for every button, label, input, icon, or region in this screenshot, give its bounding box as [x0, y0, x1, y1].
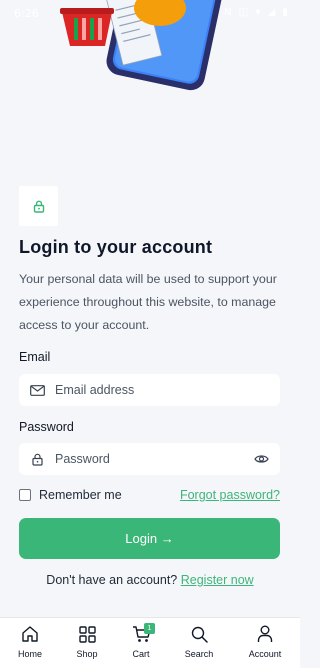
email-label: Email: [19, 350, 51, 364]
mail-icon: [29, 382, 45, 398]
nav-shop-label: Shop: [76, 649, 98, 659]
status-icons: N ◫ ▾ ◢ ▮: [224, 7, 290, 18]
remember-label: Remember me: [39, 488, 122, 502]
password-input[interactable]: [53, 444, 252, 474]
nav-shop[interactable]: Shop: [59, 624, 115, 659]
register-line: Don't have an account? Register now: [0, 573, 300, 587]
register-prompt: Don't have an account?: [46, 573, 178, 587]
show-password-icon[interactable]: [252, 451, 270, 467]
status-time: 6:26: [14, 7, 39, 20]
lock-icon: [33, 200, 44, 213]
nav-search-label: Search: [184, 649, 214, 659]
nav-home[interactable]: Home: [2, 624, 58, 659]
nav-account[interactable]: Account: [237, 624, 293, 659]
status-bar: 6:26 N ◫ ▾ ◢ ▮: [0, 0, 300, 26]
nav-cart[interactable]: 1 Cart: [113, 623, 169, 659]
home-icon: [22, 626, 38, 642]
email-field-box: [19, 374, 280, 406]
password-field-box: [19, 443, 280, 475]
nav-account-label: Account: [248, 649, 282, 659]
register-link[interactable]: Register now: [181, 573, 254, 587]
user-icon: [257, 625, 273, 642]
nav-search[interactable]: Search: [171, 624, 227, 659]
lock-badge: [19, 186, 58, 226]
remember-me[interactable]: Remember me: [19, 488, 122, 502]
lock-icon: [29, 451, 45, 467]
remember-checkbox[interactable]: [19, 489, 31, 501]
cart-badge: 1: [144, 623, 155, 634]
grid-icon: [78, 625, 96, 643]
nav-cart-label: Cart: [132, 649, 150, 659]
bottom-nav: Home Shop 1 Cart Search Account: [0, 617, 300, 668]
search-icon: [191, 626, 208, 643]
email-input[interactable]: [53, 375, 280, 405]
password-label: Password: [19, 420, 74, 434]
nav-home-label: Home: [17, 649, 42, 659]
login-button[interactable]: Login →: [19, 518, 280, 559]
page-title: Login to your account: [19, 237, 213, 257]
intro-text: Your personal data will be used to suppo…: [19, 272, 277, 332]
forgot-password-link[interactable]: Forgot password?: [180, 488, 280, 502]
